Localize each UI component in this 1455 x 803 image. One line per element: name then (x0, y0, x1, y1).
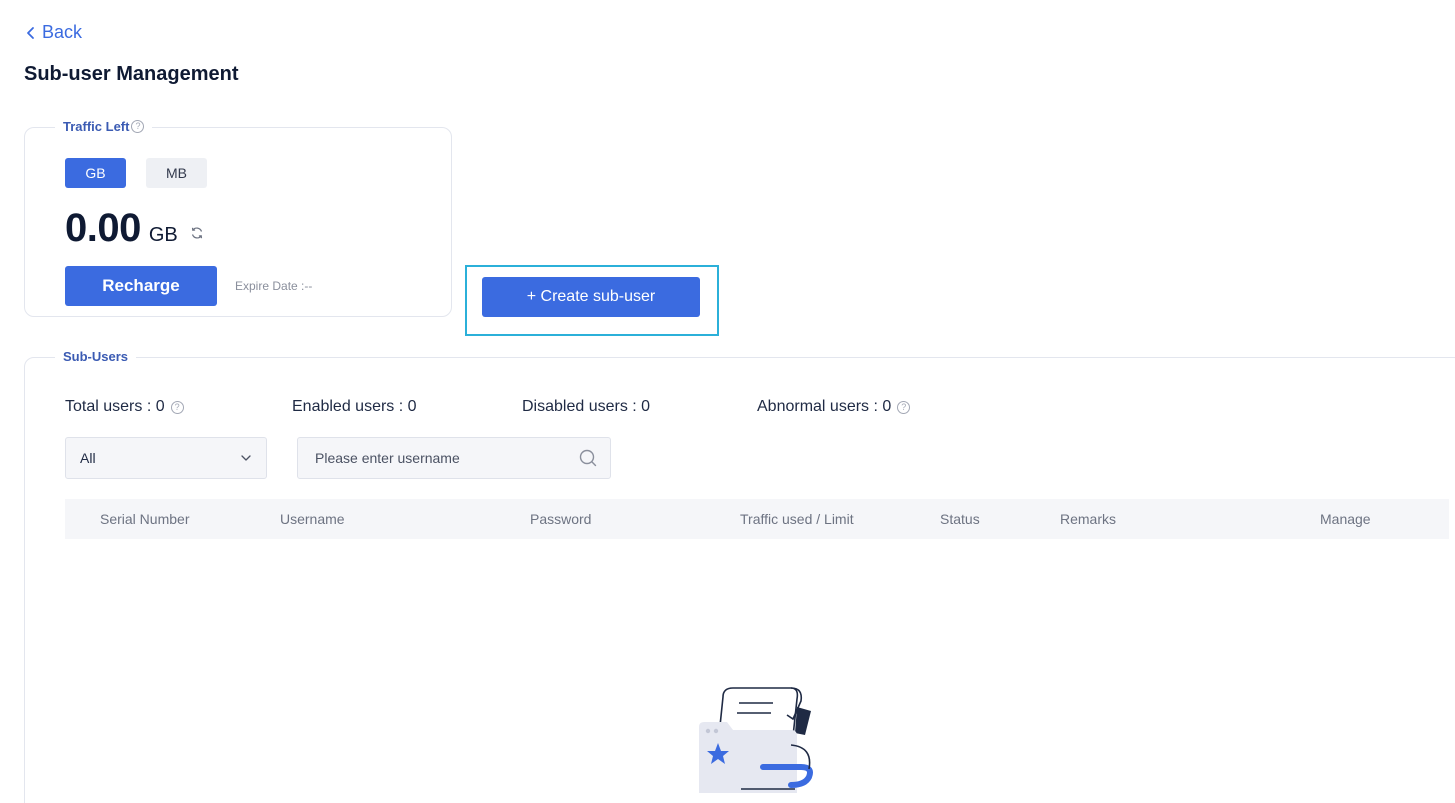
recharge-button[interactable]: Recharge (65, 266, 217, 306)
stat-disabled: Disabled users : 0 (522, 398, 650, 416)
unit-gb-button[interactable]: GB (65, 158, 126, 188)
sub-users-legend: Sub-Users (55, 349, 137, 364)
column-password: Password (530, 511, 592, 527)
search-icon[interactable] (578, 448, 598, 468)
help-icon[interactable]: ? (131, 120, 145, 133)
username-search-input[interactable] (313, 449, 578, 467)
column-username: Username (280, 511, 345, 527)
column-status: Status (940, 511, 980, 527)
empty-state-illustration (699, 687, 813, 793)
page-title: Sub-user Management (24, 63, 239, 85)
table-header: Serial Number Username Password Traffic … (65, 499, 1449, 539)
traffic-value: 0.00 GB (65, 206, 204, 251)
stat-total-label: Total users : 0 (65, 398, 165, 415)
page: Back Sub-user Management Traffic Left ? … (0, 0, 1455, 803)
help-icon[interactable]: ? (897, 400, 911, 414)
traffic-number: 0.00 (65, 206, 141, 250)
chevron-down-icon (241, 455, 251, 461)
stat-enabled: Enabled users : 0 (292, 398, 417, 416)
stat-total: Total users : 0 ? (65, 398, 184, 416)
unit-mb-button[interactable]: MB (146, 158, 207, 188)
stat-enabled-label: Enabled users : 0 (292, 398, 417, 415)
column-remarks: Remarks (1060, 511, 1117, 527)
back-label: Back (42, 22, 83, 42)
stat-disabled-label: Disabled users : 0 (522, 398, 651, 415)
chevron-left-icon (27, 26, 34, 39)
expire-date: Expire Date :-- (235, 279, 313, 293)
help-icon[interactable]: ? (170, 400, 184, 414)
back-link[interactable]: Back (24, 22, 82, 43)
refresh-icon[interactable] (190, 226, 204, 240)
stat-abnormal-label: Abnormal users : 0 (757, 398, 892, 415)
traffic-legend: Traffic Left ? (55, 119, 153, 134)
search-box (297, 437, 611, 479)
unit-toggle: GB MB (65, 158, 207, 188)
stat-abnormal: Abnormal users : 0 ? (757, 398, 911, 416)
traffic-unit: GB (148, 224, 178, 246)
column-serial-number: Serial Number (100, 511, 190, 527)
column-manage: Manage (1320, 511, 1371, 527)
traffic-legend-label: Traffic Left (63, 119, 130, 134)
traffic-card: Traffic Left ? GB MB 0.00 GB Recharge Ex… (24, 119, 452, 317)
create-sub-user-button[interactable]: + Create sub-user (482, 277, 700, 317)
column-traffic: Traffic used / Limit (740, 511, 854, 527)
status-filter-value: All (80, 450, 96, 466)
status-filter-select[interactable]: All (65, 437, 267, 479)
